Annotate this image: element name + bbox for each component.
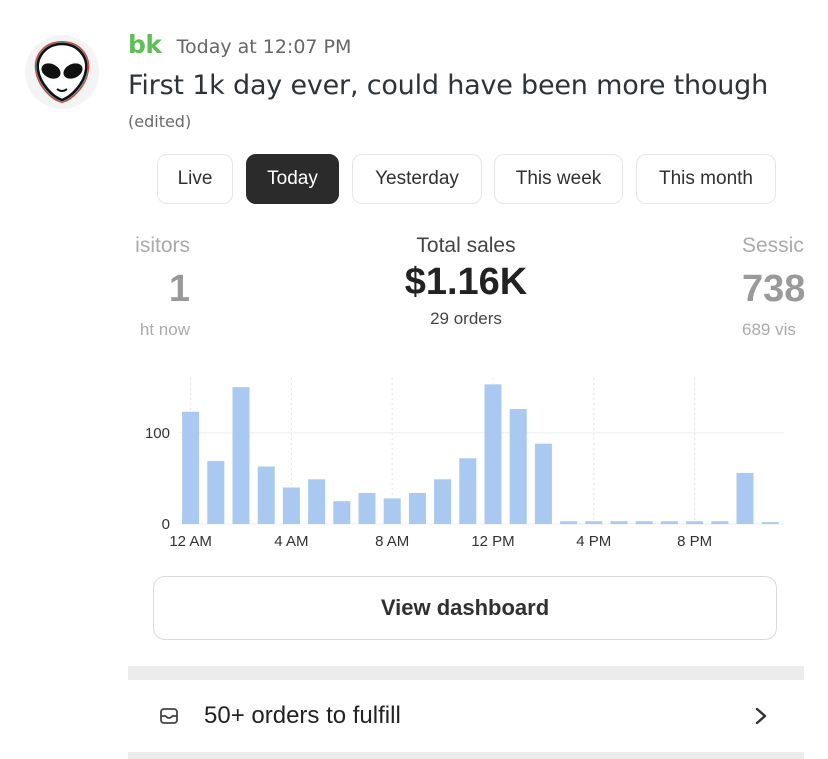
x-tick-label: 4 AM bbox=[274, 533, 308, 550]
chart-bar[interactable] bbox=[686, 521, 704, 524]
x-tick-label: 4 PM bbox=[576, 533, 611, 550]
metric-sessions-value: 738 bbox=[742, 268, 804, 310]
message-timestamp: Today at 12:07 PM bbox=[176, 36, 352, 58]
date-range-tabs: Live Today Yesterday This week This mont… bbox=[128, 154, 804, 206]
chart-bar[interactable] bbox=[207, 461, 225, 524]
chart-bar[interactable] bbox=[484, 384, 502, 524]
tab-this-week[interactable]: This week bbox=[494, 154, 623, 204]
alien-avatar-icon bbox=[25, 35, 99, 109]
metric-total-sales-sub: 29 orders bbox=[430, 309, 502, 328]
sales-bar-chart: 0 100 12 AM 4 AM 8 AM 12 PM 4 PM 8 PM bbox=[145, 378, 784, 550]
chart-bar[interactable] bbox=[459, 458, 477, 524]
chart-bar[interactable] bbox=[660, 521, 678, 524]
chart-bar[interactable] bbox=[610, 521, 628, 524]
x-tick-label: 8 AM bbox=[375, 533, 409, 550]
chart-bar[interactable] bbox=[308, 479, 326, 524]
chart-bar[interactable] bbox=[383, 498, 401, 524]
tab-live[interactable]: Live bbox=[157, 154, 233, 204]
metric-total-sales-label: Total sales bbox=[416, 234, 516, 257]
chart-bar[interactable] bbox=[434, 479, 452, 524]
metric-sessions-label: Sessic bbox=[742, 234, 804, 257]
chart-bar[interactable] bbox=[761, 522, 779, 524]
chevron-right-icon bbox=[755, 707, 767, 725]
tab-this-month[interactable]: This month bbox=[636, 154, 776, 204]
chart-bar[interactable] bbox=[585, 521, 603, 524]
section-divider bbox=[128, 666, 804, 680]
chart-bar[interactable] bbox=[257, 466, 275, 524]
chart-bar[interactable] bbox=[560, 521, 578, 524]
chart-bar[interactable] bbox=[282, 487, 300, 525]
author-name[interactable]: bk bbox=[128, 30, 162, 59]
metric-sessions-sub: 689 vis bbox=[742, 320, 796, 339]
y-tick-label: 100 bbox=[145, 425, 170, 442]
metric-visitors-label: isitors bbox=[135, 234, 190, 257]
chart-bar[interactable] bbox=[711, 521, 729, 524]
orders-to-fulfill-text: 50+ orders to fulfill bbox=[204, 702, 401, 729]
message-text: First 1k day ever, could have been more … bbox=[128, 70, 768, 101]
avatar[interactable] bbox=[24, 34, 100, 110]
chart-bar[interactable] bbox=[408, 492, 426, 524]
view-dashboard-button[interactable]: View dashboard bbox=[153, 576, 777, 640]
chart-bar[interactable] bbox=[534, 443, 552, 524]
sales-chart: 0 100 12 AM 4 AM 8 AM 12 PM 4 PM 8 PM bbox=[128, 373, 804, 553]
x-tick-label: 8 PM bbox=[677, 533, 712, 550]
chart-bar[interactable] bbox=[736, 472, 754, 524]
tab-today[interactable]: Today bbox=[246, 154, 339, 204]
metric-visitors-value: 1 bbox=[168, 268, 190, 310]
x-tick-label: 12 AM bbox=[169, 533, 212, 550]
tab-yesterday[interactable]: Yesterday bbox=[352, 154, 482, 204]
bottom-divider bbox=[128, 752, 804, 759]
chart-bar[interactable] bbox=[182, 411, 200, 524]
y-tick-label: 0 bbox=[162, 516, 170, 533]
metric-visitors-sub: ht now bbox=[139, 320, 190, 339]
x-tick-label: 12 PM bbox=[471, 533, 514, 550]
chart-bar[interactable] bbox=[333, 501, 351, 524]
message-header: bk Today at 12:07 PM bbox=[128, 30, 351, 62]
orders-to-fulfill-row[interactable]: 50+ orders to fulfill bbox=[128, 680, 804, 752]
edited-label: (edited) bbox=[128, 112, 192, 131]
attached-screenshot[interactable]: Live Today Yesterday This week This mont… bbox=[128, 148, 804, 759]
metric-total-sales: Total sales $1.16K 29 orders bbox=[366, 234, 566, 329]
tray-icon bbox=[160, 708, 178, 724]
chart-bar[interactable] bbox=[358, 492, 376, 524]
metric-total-sales-value: $1.16K bbox=[404, 261, 528, 303]
chart-bar[interactable] bbox=[509, 409, 527, 524]
chart-bar[interactable] bbox=[635, 521, 653, 524]
chart-bar[interactable] bbox=[232, 387, 250, 524]
